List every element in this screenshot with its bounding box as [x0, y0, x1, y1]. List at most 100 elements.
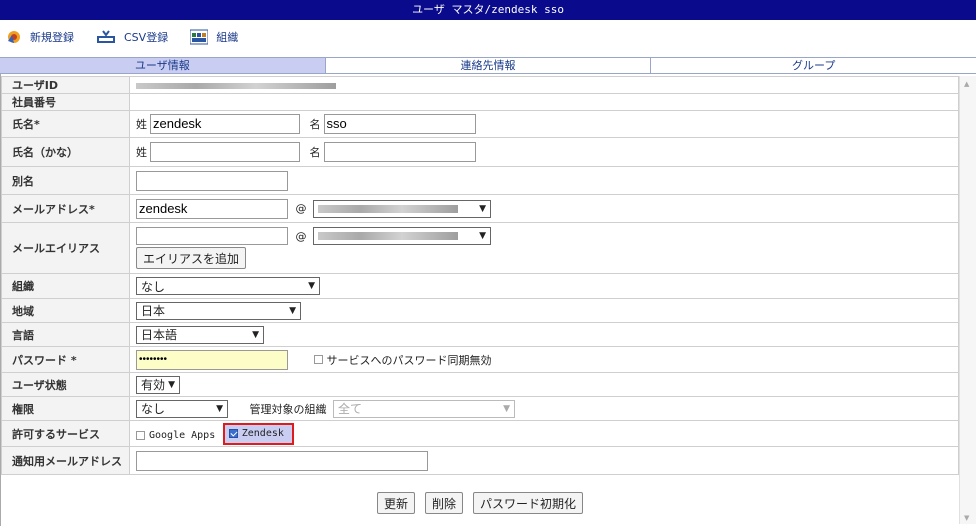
kana-last-input[interactable] — [150, 142, 300, 162]
new-user-icon — [8, 31, 20, 43]
reset-password-button[interactable]: パスワード初期化 — [473, 492, 584, 514]
lang-select[interactable]: 日本語 ▼ — [136, 325, 264, 344]
checkbox-checked-icon — [228, 429, 238, 438]
region-label: 地域 — [1, 298, 130, 323]
checkbox-unchecked-icon — [136, 430, 145, 440]
action-buttons: 更新 削除 パスワード初期化 — [1, 492, 959, 514]
status-select[interactable]: 有効 ▼ — [136, 375, 180, 394]
status-label: ユーザ状態 — [1, 372, 130, 397]
user-form: ユーザID 社員番号 氏名* 姓 zendesk 名 sso 氏名（かな） 姓 名 … — [0, 74, 976, 526]
notify-email-value — [129, 446, 959, 475]
org-select[interactable]: なし ▼ — [136, 277, 320, 295]
name-value: 姓 zendesk 名 sso — [129, 110, 959, 138]
user-id-label: ユーザID — [1, 76, 130, 94]
dropdown-arrow-icon: ▼ — [479, 231, 486, 241]
tab-contact-info[interactable]: 連絡先情報 — [325, 58, 652, 73]
redacted-domain — [318, 204, 458, 213]
dropdown-arrow-icon: ▼ — [252, 329, 259, 340]
password-label: パスワード * — [1, 346, 130, 373]
password-input[interactable]: •••••••• — [136, 349, 288, 370]
name-label: 氏名* — [1, 110, 130, 138]
dropdown-arrow-icon: ▼ — [308, 281, 315, 291]
email-alias-label: メールエイリアス — [1, 222, 130, 274]
csv-import-label: CSV登録 — [124, 31, 169, 44]
csv-import-button[interactable]: CSV登録 — [96, 29, 168, 45]
notify-email-input[interactable] — [136, 450, 428, 471]
zendesk-highlight: Zendesk — [222, 422, 294, 445]
employee-no-label: 社員番号 — [1, 93, 130, 111]
email-alias-value: @ ▼ エイリアスを追加 — [129, 222, 959, 274]
alias-value — [129, 166, 959, 195]
last-name-prefix: 姓 — [136, 118, 147, 131]
region-value: 日本 ▼ — [129, 298, 959, 323]
kana-label: 氏名（かな） — [1, 137, 130, 167]
dropdown-arrow-icon: ▼ — [503, 403, 510, 414]
region-selected: 日本 — [141, 304, 166, 318]
status-selected: 有効 — [141, 378, 166, 392]
new-user-label: 新規登録 — [30, 31, 74, 44]
email-at: @ — [295, 202, 307, 215]
kana-first-prefix: 名 — [309, 146, 321, 159]
toolbar: 新規登録 CSV登録 組織 — [0, 20, 976, 54]
first-name-prefix: 名 — [309, 118, 321, 131]
email-domain-select[interactable]: ▼ — [313, 199, 491, 218]
org-selected: なし — [141, 279, 166, 294]
email-alias-at: @ — [295, 229, 307, 243]
perm-select[interactable]: なし ▼ — [136, 399, 228, 418]
lang-label: 言語 — [1, 322, 130, 347]
dropdown-arrow-icon: ▼ — [289, 305, 296, 316]
delete-button[interactable]: 削除 — [424, 492, 463, 514]
dropdown-arrow-icon: ▼ — [168, 379, 175, 390]
managed-org-label: 管理対象の組織 — [249, 402, 327, 416]
managed-org-select[interactable]: 全て ▼ — [333, 399, 515, 418]
checkbox-unchecked-icon — [313, 355, 323, 364]
managed-org-selected: 全て — [338, 402, 363, 416]
perm-value: なし ▼ 管理対象の組織 全て ▼ — [129, 396, 959, 421]
tab-bar: ユーザ情報 連絡先情報 グループ — [0, 57, 976, 74]
lang-value: 日本語 ▼ — [129, 322, 959, 347]
form-table: ユーザID 社員番号 氏名* 姓 zendesk 名 sso 氏名（かな） 姓 名 … — [1, 76, 959, 475]
lang-selected: 日本語 — [141, 328, 178, 342]
dropdown-arrow-icon: ▼ — [216, 403, 223, 414]
perm-selected: なし — [141, 402, 166, 416]
update-button[interactable]: 更新 — [376, 492, 415, 514]
google-apps-checkbox[interactable]: Google Apps — [136, 430, 215, 441]
zendesk-checkbox[interactable]: Zendesk — [228, 428, 284, 439]
services-label: 許可するサービス — [1, 420, 130, 447]
email-alias-input[interactable] — [136, 227, 288, 245]
vertical-scrollbar[interactable]: ▲ ▼ — [959, 76, 976, 524]
add-alias-button[interactable]: エイリアスを追加 — [136, 247, 247, 269]
redacted-user-id — [136, 82, 336, 89]
scroll-up-icon[interactable]: ▲ — [964, 80, 969, 88]
scroll-down-icon[interactable]: ▼ — [964, 514, 969, 522]
last-name-input[interactable]: zendesk — [150, 114, 300, 134]
email-local-input[interactable]: zendesk — [136, 198, 288, 219]
status-value: 有効 ▼ — [129, 372, 959, 397]
password-value: •••••••• サービスへのパスワード同期無効 — [129, 346, 959, 373]
email-label: メールアドレス* — [1, 194, 130, 223]
perm-label: 権限 — [1, 396, 130, 421]
kana-first-input[interactable] — [323, 142, 476, 162]
region-select[interactable]: 日本 ▼ — [136, 301, 301, 320]
kana-last-prefix: 姓 — [136, 146, 147, 159]
pw-sync-label: サービスへのパスワード同期無効 — [326, 353, 492, 367]
org-label: 組織 — [1, 273, 130, 299]
organization-button[interactable]: 組織 — [190, 29, 238, 45]
notify-email-label: 通知用メールアドレス — [1, 446, 130, 475]
csv-import-icon — [97, 30, 115, 43]
window-title: ユーザ マスタ/zendesk sso — [0, 0, 976, 20]
org-value: なし ▼ — [129, 273, 959, 299]
pw-sync-checkbox[interactable]: サービスへのパスワード同期無効 — [313, 352, 492, 368]
zendesk-label: Zendesk — [241, 428, 284, 439]
tab-user-info[interactable]: ユーザ情報 — [0, 58, 326, 73]
dropdown-arrow-icon: ▼ — [479, 203, 486, 214]
email-alias-domain-select[interactable]: ▼ — [313, 227, 491, 245]
organization-icon — [190, 29, 209, 45]
alias-input[interactable] — [136, 170, 288, 191]
first-name-input[interactable]: sso — [323, 114, 476, 134]
tab-group[interactable]: グループ — [651, 58, 976, 73]
new-user-button[interactable]: 新規登録 — [6, 29, 74, 45]
services-value: Google Apps Zendesk — [129, 420, 959, 447]
organization-label: 組織 — [216, 31, 239, 44]
alias-label: 別名 — [1, 166, 130, 195]
